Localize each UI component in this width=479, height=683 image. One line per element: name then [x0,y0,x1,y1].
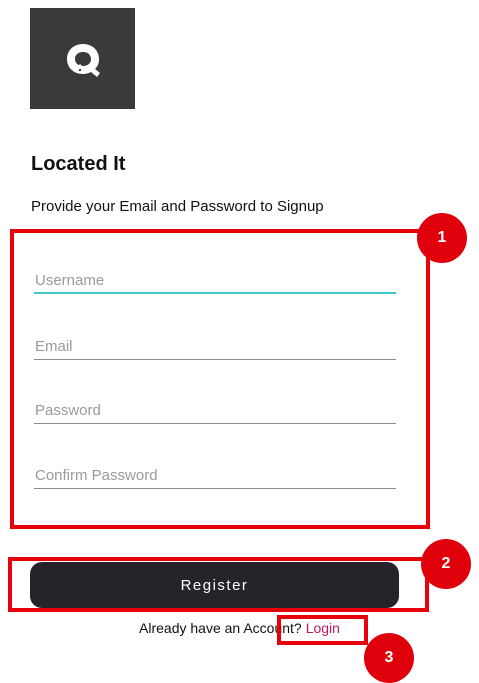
signup-instructions: Provide your Email and Password to Signu… [31,198,324,215]
q-house-logo-icon [67,44,100,77]
annotation-box-form-fields [10,229,430,529]
app-title: Located It [31,153,126,175]
annotation-badge-3: 3 [364,633,414,683]
app-logo [30,8,135,109]
annotation-badge-1: 1 [417,213,467,263]
annotation-box-login [277,615,368,645]
login-prompt-row: Already have an Account? Login [0,620,479,636]
annotation-box-register [8,557,429,612]
annotation-badge-2: 2 [421,539,471,589]
